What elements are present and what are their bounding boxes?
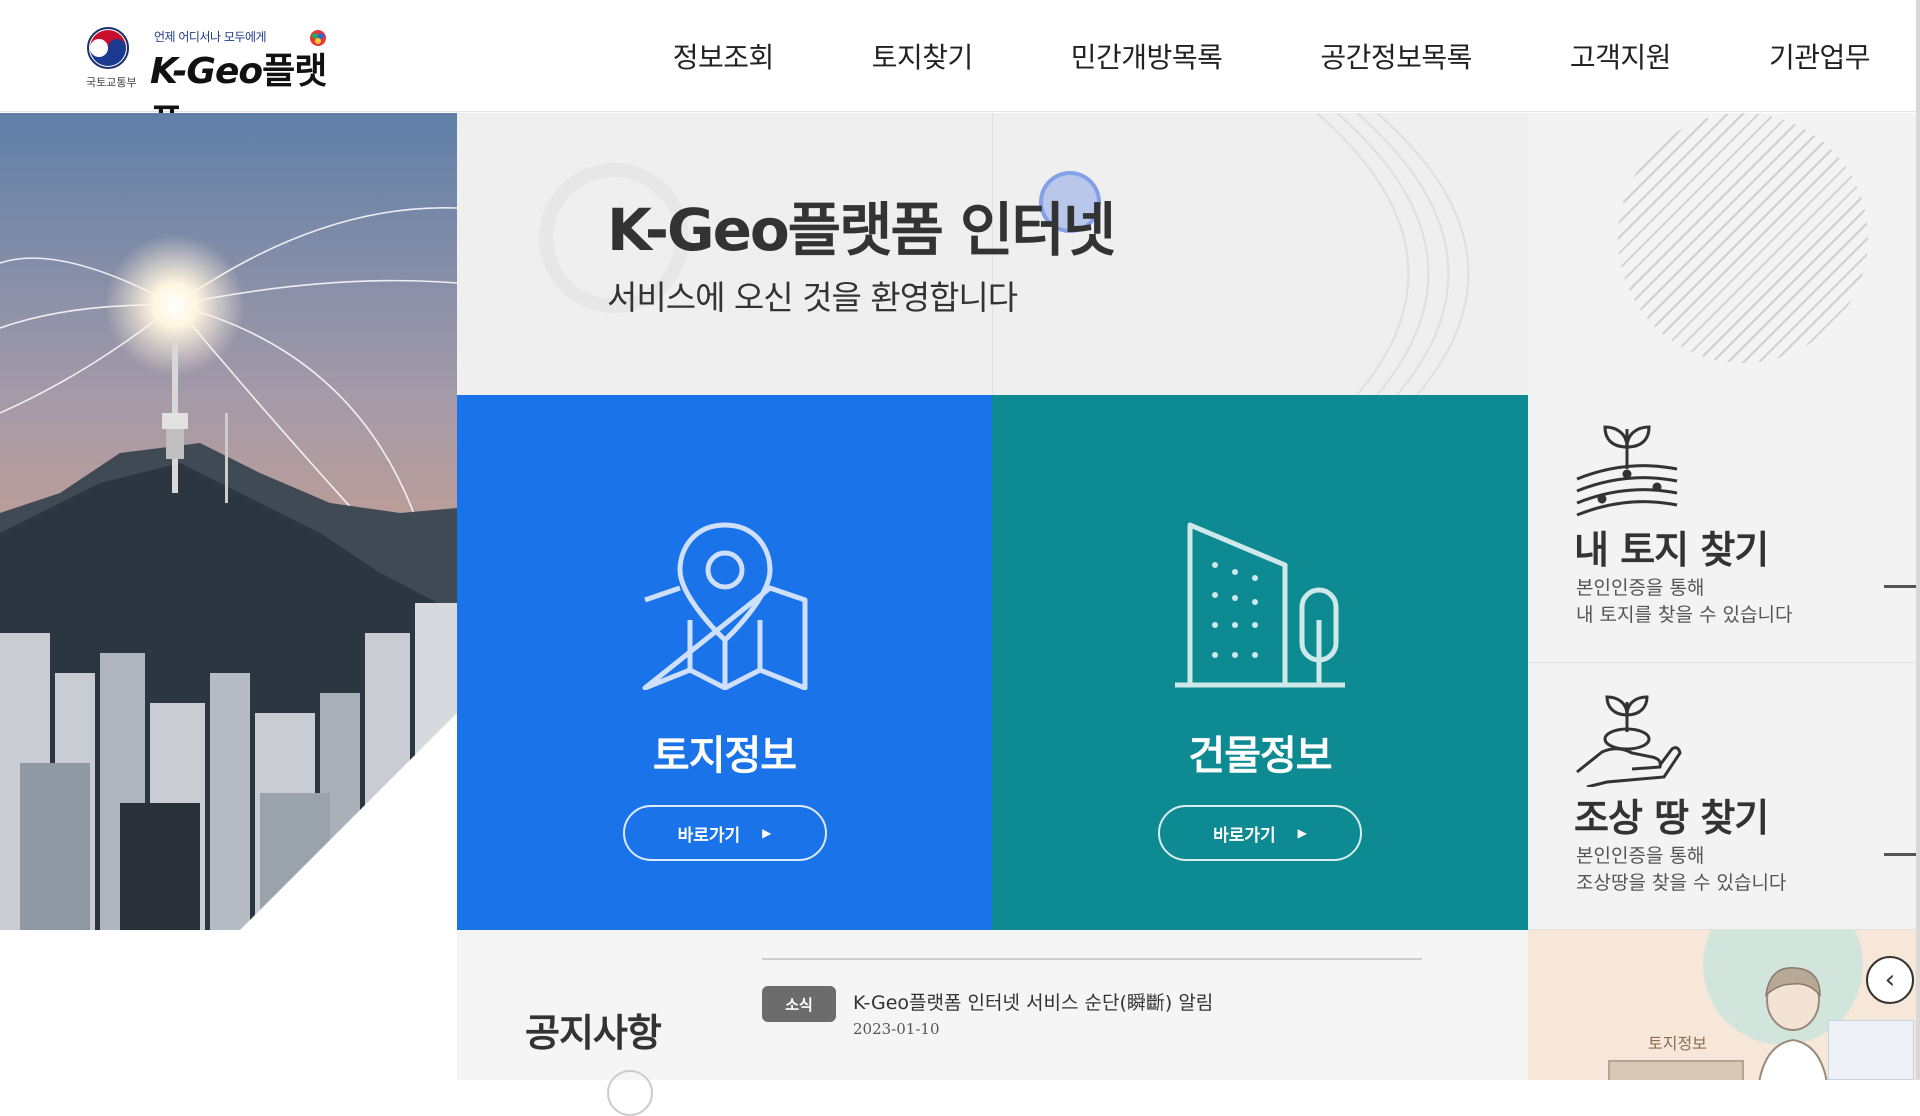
welcome-title: K-Geo플랫폼 인터넷 [607, 196, 1116, 264]
building-info-label: 건물정보 [1188, 733, 1332, 779]
my-land-desc-2: 내 토지를 찾을 수 있습니다 [1576, 604, 1793, 626]
mini-emblem-icon [310, 30, 326, 46]
chevron-left-icon: ‹ [1884, 965, 1896, 995]
korea-emblem-icon [87, 27, 129, 69]
dash-indicator [1884, 853, 1920, 856]
logo-brand-latin: K-Geo [150, 51, 263, 92]
notice-top-line [762, 958, 1422, 960]
my-land-title: 내 토지 찾기 [1574, 528, 1769, 572]
decor-hatch-arc [1317, 113, 1470, 395]
page-scroll-edge [1916, 0, 1920, 1080]
arrow-right-icon: ▶ [1297, 826, 1307, 840]
decor-hatched-circle-panel [1528, 113, 1920, 395]
sprout-land-icon [1576, 425, 1678, 517]
building-info-go-button[interactable]: 바로가기 ▶ [1158, 805, 1362, 861]
nav-agency-work[interactable]: 기관업무 [1769, 36, 1871, 76]
nav-customer-support[interactable]: 고객지원 [1570, 36, 1672, 76]
nav-spatial-info-list[interactable]: 공간정보목록 [1320, 36, 1472, 76]
notice-badge: 소식 [762, 986, 836, 1022]
site-logo[interactable]: 국토교통부 언제 어디서나 모두에게 K-Geo플랫폼 [86, 22, 356, 144]
promo-banner[interactable]: 토지정보 [1528, 930, 1920, 1080]
notice-section: 공지사항 소식 K-Geo플랫폼 인터넷 서비스 순단(瞬斷) 알림 2023-… [457, 930, 1528, 1116]
notice-item-date: 2023-01-10 [853, 1020, 940, 1038]
welcome-subtitle: 서비스에 오신 것을 환영합니다 [607, 278, 1018, 317]
land-info-go-button[interactable]: 바로가기 ▶ [622, 805, 827, 861]
ancestor-land-card[interactable]: 조상 땅 찾기 본인인증을 통해 조상땅을 찾을 수 있습니다 [1528, 663, 1920, 930]
building-info-go-label: 바로가기 [1213, 825, 1276, 846]
building-info-tile[interactable]: 건물정보 바로가기 ▶ [992, 395, 1528, 930]
promo-map-box [1608, 1060, 1744, 1080]
my-land-desc-1: 본인인증을 통해 [1576, 577, 1705, 599]
welcome-banner: K-Geo플랫폼 인터넷 서비스에 오신 것을 환영합니다 [457, 113, 1528, 395]
hand-sprout-icon [1576, 695, 1682, 787]
dash-indicator [1884, 585, 1920, 588]
main-nav: 정보조회 토지찾기 민간개방목록 공간정보목록 고객지원 기관업무 [575, 0, 1871, 112]
nav-private-open-list[interactable]: 민간개방목록 [1071, 36, 1223, 76]
notice-title: 공지사항 [525, 1011, 662, 1055]
ancestor-land-desc-2: 조상땅을 찾을 수 있습니다 [1576, 872, 1787, 894]
building-icon [1175, 522, 1345, 688]
ancestor-land-desc-1: 본인인증을 통해 [1576, 845, 1705, 867]
decor-hatched-circle [1618, 113, 1868, 363]
notice-item-link[interactable]: K-Geo플랫폼 인터넷 서비스 순단(瞬斷) 알림 [853, 988, 1213, 1015]
site-header: 국토교통부 언제 어디서나 모두에게 K-Geo플랫폼 정보조회 토지찾기 민간… [0, 0, 1920, 144]
land-info-tile[interactable]: 토지정보 바로가기 ▶ [457, 395, 992, 930]
person-illustration-icon [1758, 967, 1828, 1080]
land-info-label: 토지정보 [652, 733, 797, 779]
nav-info-lookup[interactable]: 정보조회 [673, 36, 775, 76]
map-pin-icon [642, 522, 807, 690]
korea-map-thumbnail [1828, 1020, 1914, 1080]
arrow-right-icon: ▶ [762, 826, 772, 840]
ministry-name: 국토교통부 [86, 76, 137, 89]
land-info-go-label: 바로가기 [677, 825, 741, 846]
carousel-prev-button[interactable]: ‹ [1866, 956, 1914, 1004]
ancestor-land-title: 조상 땅 찾기 [1574, 796, 1769, 840]
hero-city-photo [0, 113, 457, 930]
promo-label: 토지정보 [1648, 1034, 1707, 1053]
my-land-card[interactable]: 내 토지 찾기 본인인증을 통해 내 토지를 찾을 수 있습니다 [1528, 395, 1920, 663]
nav-land-search[interactable]: 토지찾기 [872, 36, 974, 76]
decor-ring-small [607, 1070, 653, 1116]
